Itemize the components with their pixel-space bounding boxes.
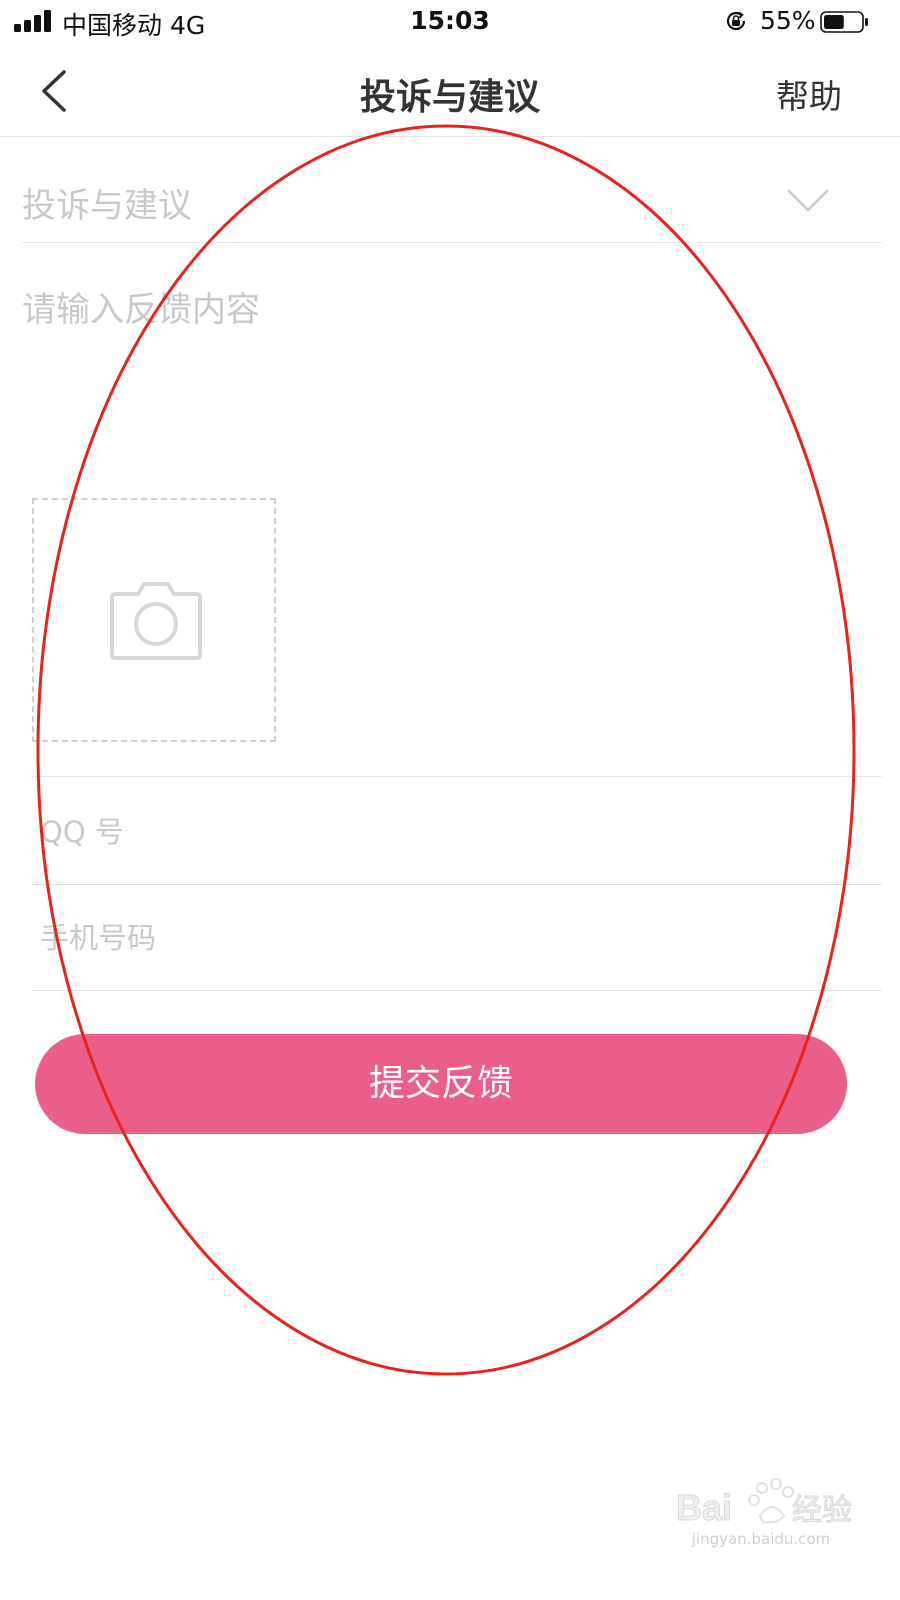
watermark-url: jingyan.baidu.com bbox=[691, 1530, 831, 1548]
camera-icon bbox=[110, 582, 202, 660]
watermark-logo: Bai 经验 bbox=[676, 1478, 853, 1529]
category-dropdown[interactable]: 投诉与建议 bbox=[22, 138, 882, 243]
battery-icon bbox=[820, 11, 868, 33]
help-button[interactable]: 帮助 bbox=[776, 70, 842, 118]
phone-field-row bbox=[32, 884, 882, 991]
submit-feedback-button[interactable]: 提交反馈 bbox=[35, 1034, 847, 1134]
battery-percent: 55% bbox=[760, 6, 816, 35]
rotation-lock-icon bbox=[726, 11, 746, 31]
feedback-input[interactable] bbox=[22, 262, 822, 492]
category-selected-value: 投诉与建议 bbox=[22, 186, 192, 226]
chevron-down-icon bbox=[787, 189, 829, 212]
svg-text:Bai: Bai bbox=[676, 1487, 732, 1528]
qq-input[interactable] bbox=[38, 808, 822, 856]
qq-field-row bbox=[32, 778, 882, 885]
phone-input[interactable] bbox=[38, 914, 822, 962]
nav-bar: 投诉与建议 帮助 bbox=[0, 46, 900, 137]
photo-upload-button[interactable] bbox=[32, 498, 276, 742]
divider bbox=[32, 776, 882, 777]
svg-text:经验: 经验 bbox=[792, 1493, 852, 1528]
status-bar: 中国移动 4G 15:03 55% bbox=[0, 0, 900, 46]
page-title: 投诉与建议 bbox=[359, 77, 540, 118]
